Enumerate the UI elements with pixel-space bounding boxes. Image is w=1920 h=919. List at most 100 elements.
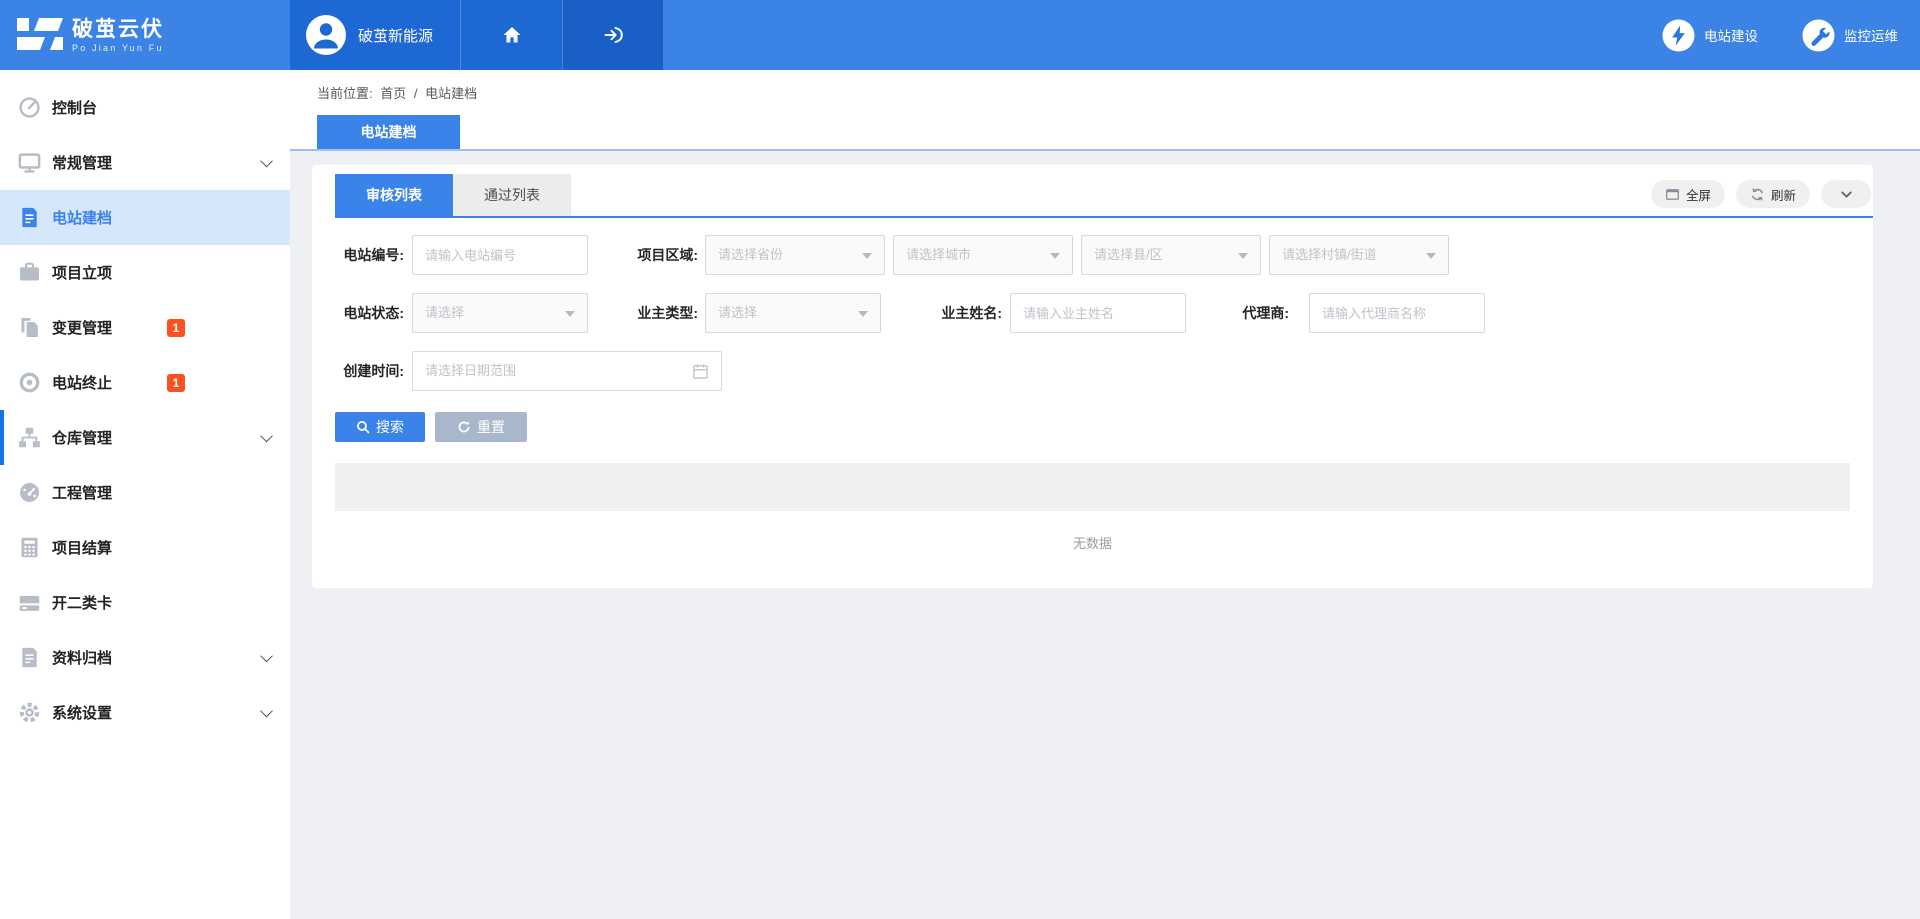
agent-label: 代理商:: [1242, 293, 1289, 333]
sidebar-item-label: 系统设置: [52, 702, 112, 723]
target-icon: [18, 371, 41, 394]
tab-review-list[interactable]: 审核列表: [335, 174, 453, 216]
caret-down-icon: [1238, 253, 1248, 259]
refresh-icon: [1750, 187, 1765, 202]
caret-down-icon: [858, 311, 868, 317]
user-chip[interactable]: 破茧新能源: [290, 0, 460, 70]
user-name: 破茧新能源: [358, 25, 433, 46]
breadcrumb-prefix: 当前位置:: [317, 86, 373, 101]
topbar: 当前位置: 首页 / 电站建档 电站建档: [290, 70, 1920, 151]
header-nav-item[interactable]: 监控运维: [1802, 19, 1898, 52]
sidebar-item[interactable]: 开二类卡: [0, 575, 290, 630]
home-icon: [502, 25, 522, 45]
sidebar-item-label: 常规管理: [52, 152, 112, 173]
page-tab[interactable]: 电站建档: [317, 115, 460, 149]
collapse-button[interactable]: [1821, 180, 1871, 208]
home-button[interactable]: [460, 0, 562, 70]
signin-icon: [603, 25, 623, 45]
card-actions: 全屏 刷新: [1651, 180, 1871, 208]
region-select[interactable]: 请选择村镇/街道: [1269, 235, 1449, 275]
breadcrumb-current: 电站建档: [425, 86, 477, 101]
owner-name-input[interactable]: [1010, 293, 1186, 333]
gear-icon: [18, 701, 41, 724]
dashboard-icon: [18, 96, 41, 119]
agent-input[interactable]: [1309, 293, 1485, 333]
sidebar-item[interactable]: 项目立项: [0, 245, 290, 300]
reset-icon: [457, 420, 471, 434]
owner-type-label: 业主类型:: [637, 293, 698, 333]
calendar-icon: [692, 363, 709, 380]
region-label: 项目区域:: [637, 235, 698, 275]
owner-type-select[interactable]: 请选择: [705, 293, 881, 333]
sidebar-item-label: 仓库管理: [52, 427, 112, 448]
breadcrumb-separator: /: [414, 86, 418, 101]
chevron-down-icon: [260, 704, 273, 717]
fullscreen-button[interactable]: 全屏: [1651, 180, 1725, 208]
tab-passed-list[interactable]: 通过列表: [453, 174, 571, 216]
brand-logo-icon: [17, 16, 63, 54]
filter-row-1: 电站编号: 项目区域: 请选择省份 请选择城市 请选择县/区 请选择村镇/街道: [312, 235, 1873, 275]
header-nav-item[interactable]: 电站建设: [1662, 19, 1758, 52]
sidebar-item-label: 控制台: [52, 97, 97, 118]
gauge-icon: [18, 481, 41, 504]
sidebar-item[interactable]: 项目结算: [0, 520, 290, 575]
chevron-down-icon: [1839, 187, 1854, 202]
reset-button[interactable]: 重置: [435, 412, 527, 442]
sitemap-icon: [18, 426, 41, 449]
header-dark-zone: 破茧新能源: [290, 0, 663, 70]
filter-row-2: 电站状态: 请选择 业主类型: 请选择 业主姓名: 代理商:: [312, 293, 1873, 333]
sidebar-item[interactable]: 系统设置: [0, 685, 290, 740]
caret-down-icon: [565, 311, 575, 317]
wrench-icon: [1802, 19, 1835, 52]
region-select[interactable]: 请选择省份: [705, 235, 885, 275]
sidebar-item[interactable]: 工程管理: [0, 465, 290, 520]
sidebar-item[interactable]: 电站终止 1: [0, 355, 290, 410]
station-no-input[interactable]: [412, 235, 588, 275]
create-time-label: 创建时间:: [343, 351, 404, 391]
copy-icon: [18, 316, 41, 339]
content-area: 审核列表 通过列表 全屏 刷新 电站编号: 项目区域:: [290, 151, 1920, 919]
signin-button[interactable]: [562, 0, 663, 70]
count-badge: 1: [167, 319, 185, 337]
brand: 破茧云伏 Po Jian Yun Fu: [0, 0, 290, 70]
briefcase-icon: [18, 261, 41, 284]
card-icon: [18, 591, 41, 614]
sidebar-item-label: 电站建档: [52, 207, 112, 228]
sidebar-item[interactable]: 控制台: [0, 80, 290, 135]
avatar-icon: [306, 15, 346, 55]
sidebar-item-label: 变更管理: [52, 317, 112, 338]
card-tabs: 审核列表 通过列表: [335, 174, 571, 216]
calculator-icon: [18, 536, 41, 559]
caret-down-icon: [862, 253, 872, 259]
sidebar-item[interactable]: 仓库管理: [0, 410, 290, 465]
top-header: 破茧云伏 Po Jian Yun Fu 破茧新能源 电站建设 监控运维: [0, 0, 1920, 70]
monitor-icon: [18, 151, 41, 174]
document-icon: [18, 206, 41, 229]
search-button[interactable]: 搜索: [335, 412, 425, 442]
header-nav-label: 电站建设: [1704, 25, 1758, 45]
region-select[interactable]: 请选择县/区: [1081, 235, 1261, 275]
caret-down-icon: [1050, 253, 1060, 259]
header-nav: 电站建设 监控运维: [1662, 0, 1898, 70]
station-status-select[interactable]: 请选择: [412, 293, 588, 333]
sidebar-item[interactable]: 电站建档: [0, 190, 290, 245]
lightning-icon: [1662, 19, 1695, 52]
region-select[interactable]: 请选择城市: [893, 235, 1073, 275]
sidebar-item-label: 电站终止: [52, 372, 112, 393]
sidebar-item[interactable]: 资料归档: [0, 630, 290, 685]
archive-icon: [18, 646, 41, 669]
filter-row-3: 创建时间: 请选择日期范围: [312, 351, 1873, 391]
list-card: 审核列表 通过列表 全屏 刷新 电站编号: 项目区域:: [312, 165, 1873, 588]
sidebar-item[interactable]: 变更管理 1: [0, 300, 290, 355]
region-selects: 请选择省份 请选择城市 请选择县/区 请选择村镇/街道: [705, 235, 1449, 275]
chevron-down-icon: [260, 154, 273, 167]
refresh-button[interactable]: 刷新: [1736, 180, 1810, 208]
tab-underline: [335, 216, 1873, 218]
breadcrumb: 当前位置: 首页 / 电站建档: [317, 83, 481, 102]
date-range-picker[interactable]: 请选择日期范围: [412, 351, 722, 391]
table-header: [335, 463, 1850, 511]
breadcrumb-home[interactable]: 首页: [380, 86, 406, 101]
empty-state: 无数据: [335, 533, 1850, 552]
sidebar-item[interactable]: 常规管理: [0, 135, 290, 190]
sidebar-item-label: 开二类卡: [52, 592, 112, 613]
